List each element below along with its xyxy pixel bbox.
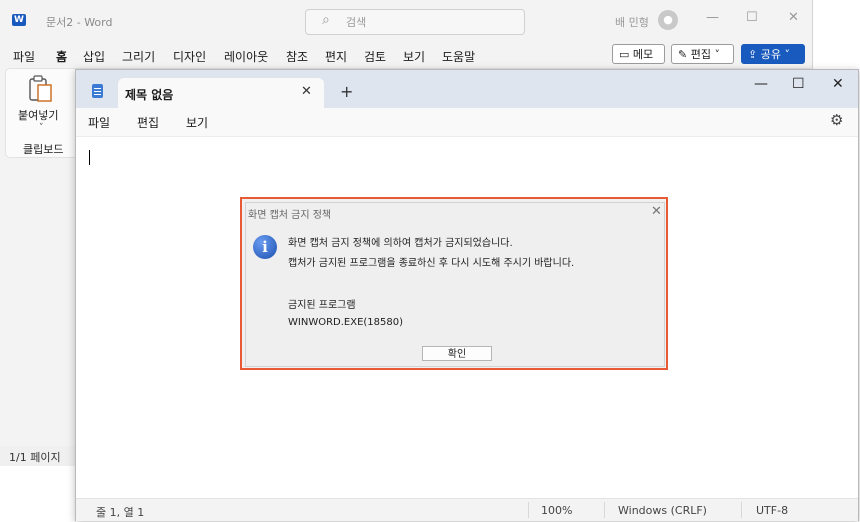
encoding[interactable]: UTF-8 [756, 504, 788, 517]
tab-draw[interactable]: 그리기 [122, 48, 155, 65]
word-titlebar: W 문서2 - Word ⌕ 검색 배 민형 ● — ☐ ✕ [0, 0, 812, 40]
text-caret [89, 150, 90, 165]
minimize-icon[interactable]: — [754, 76, 768, 92]
memo-button[interactable]: ▭ 메모 [612, 44, 665, 64]
line-ending[interactable]: Windows (CRLF) [618, 504, 707, 517]
word-user-name[interactable]: 배 민형 [615, 14, 649, 30]
word-search-box[interactable]: ⌕ 검색 [305, 9, 525, 35]
tab-layout[interactable]: 레이아웃 [224, 48, 268, 65]
notepad-app-icon [92, 84, 103, 98]
word-search-placeholder: 검색 [346, 16, 367, 29]
notepad-titlebar: 제목 없음 ✕ + — ☐ ✕ [76, 70, 858, 108]
tab-home[interactable]: 홈 [53, 48, 70, 70]
tab-help[interactable]: 도움말 [442, 48, 475, 65]
chevron-down-icon: ˅ [714, 48, 720, 61]
ok-button[interactable]: 확인 [422, 346, 492, 361]
tab-references[interactable]: 참조 [286, 48, 308, 65]
memo-button-label: 메모 [632, 48, 654, 61]
notepad-tab[interactable]: 제목 없음 ✕ [118, 78, 324, 108]
status-divider [741, 502, 742, 518]
notepad-menubar: 파일 편집 보기 ⚙ [76, 108, 858, 137]
word-statusbar: 1/1 페이지 [0, 446, 75, 466]
tab-design[interactable]: 디자인 [173, 48, 206, 65]
notepad-tab-title: 제목 없음 [125, 88, 174, 102]
notepad-statusbar: 줄 1, 열 1 100% Windows (CRLF) UTF-8 [76, 498, 858, 521]
blocked-program-name: WINWORD.EXE(18580) [288, 317, 404, 328]
maximize-icon[interactable]: ☐ [792, 76, 805, 92]
chevron-down-icon[interactable]: ˅ [39, 123, 44, 133]
share-button[interactable]: ⇪ 공유 ˅ [741, 44, 805, 64]
paste-button-label[interactable]: 붙여넣기 [18, 107, 58, 123]
share-icon: ⇪ [748, 48, 758, 61]
new-tab-icon[interactable]: + [340, 82, 353, 101]
dialog-message-line2: 캡처가 금지된 프로그램을 종료하신 후 다시 시도해 주시기 바랍니다. [288, 258, 575, 269]
capture-block-dialog: 화면 캡처 금지 정책 ✕ i 화면 캡처 금지 정책에 의하여 캡처가 금지되… [245, 202, 665, 367]
close-tab-icon[interactable]: ✕ [301, 84, 312, 99]
cursor-position: 줄 1, 열 1 [96, 506, 145, 519]
clipboard-group-label: 클립보드 [23, 143, 64, 156]
chevron-down-icon: ˅ [784, 48, 790, 61]
menu-edit[interactable]: 편집 [137, 114, 159, 131]
tab-file[interactable]: 파일 [13, 48, 35, 65]
tab-review[interactable]: 검토 [364, 48, 386, 65]
word-page-indicator[interactable]: 1/1 페이지 [9, 449, 61, 465]
menu-view[interactable]: 보기 [186, 114, 208, 131]
maximize-icon[interactable]: ☐ [746, 10, 758, 25]
close-icon[interactable]: ✕ [788, 10, 799, 25]
comment-icon: ▭ [619, 48, 630, 61]
user-avatar-icon[interactable]: ● [658, 10, 678, 30]
tab-insert[interactable]: 삽입 [83, 48, 105, 65]
zoom-level[interactable]: 100% [541, 504, 572, 517]
minimize-icon[interactable]: — [706, 10, 719, 25]
close-icon[interactable]: ✕ [832, 76, 844, 92]
dialog-highlight-frame: 화면 캡처 금지 정책 ✕ i 화면 캡처 금지 정책에 의하여 캡처가 금지되… [240, 197, 668, 370]
paste-icon[interactable] [28, 75, 54, 103]
blocked-program-heading: 금지된 프로그램 [288, 300, 356, 311]
settings-gear-icon[interactable]: ⚙ [830, 111, 843, 129]
pencil-icon: ✎ [678, 48, 688, 61]
status-divider [528, 502, 529, 518]
word-logo-icon: W [12, 14, 26, 26]
dialog-message-line1: 화면 캡처 금지 정책에 의하여 캡처가 금지되었습니다. [288, 238, 513, 249]
search-icon: ⌕ [322, 12, 330, 28]
edit-button-label: 편집 [690, 48, 711, 61]
share-button-label: 공유 [760, 48, 781, 61]
menu-file[interactable]: 파일 [88, 114, 110, 131]
close-icon[interactable]: ✕ [651, 204, 662, 219]
tab-mailings[interactable]: 편지 [325, 48, 347, 65]
dialog-title: 화면 캡처 금지 정책 [248, 210, 332, 221]
tab-view[interactable]: 보기 [403, 48, 425, 65]
word-window-title: 문서2 - Word [46, 16, 113, 29]
info-icon: i [253, 235, 277, 259]
status-divider [604, 502, 605, 518]
edit-mode-button[interactable]: ✎ 편집 ˅ [671, 44, 734, 64]
